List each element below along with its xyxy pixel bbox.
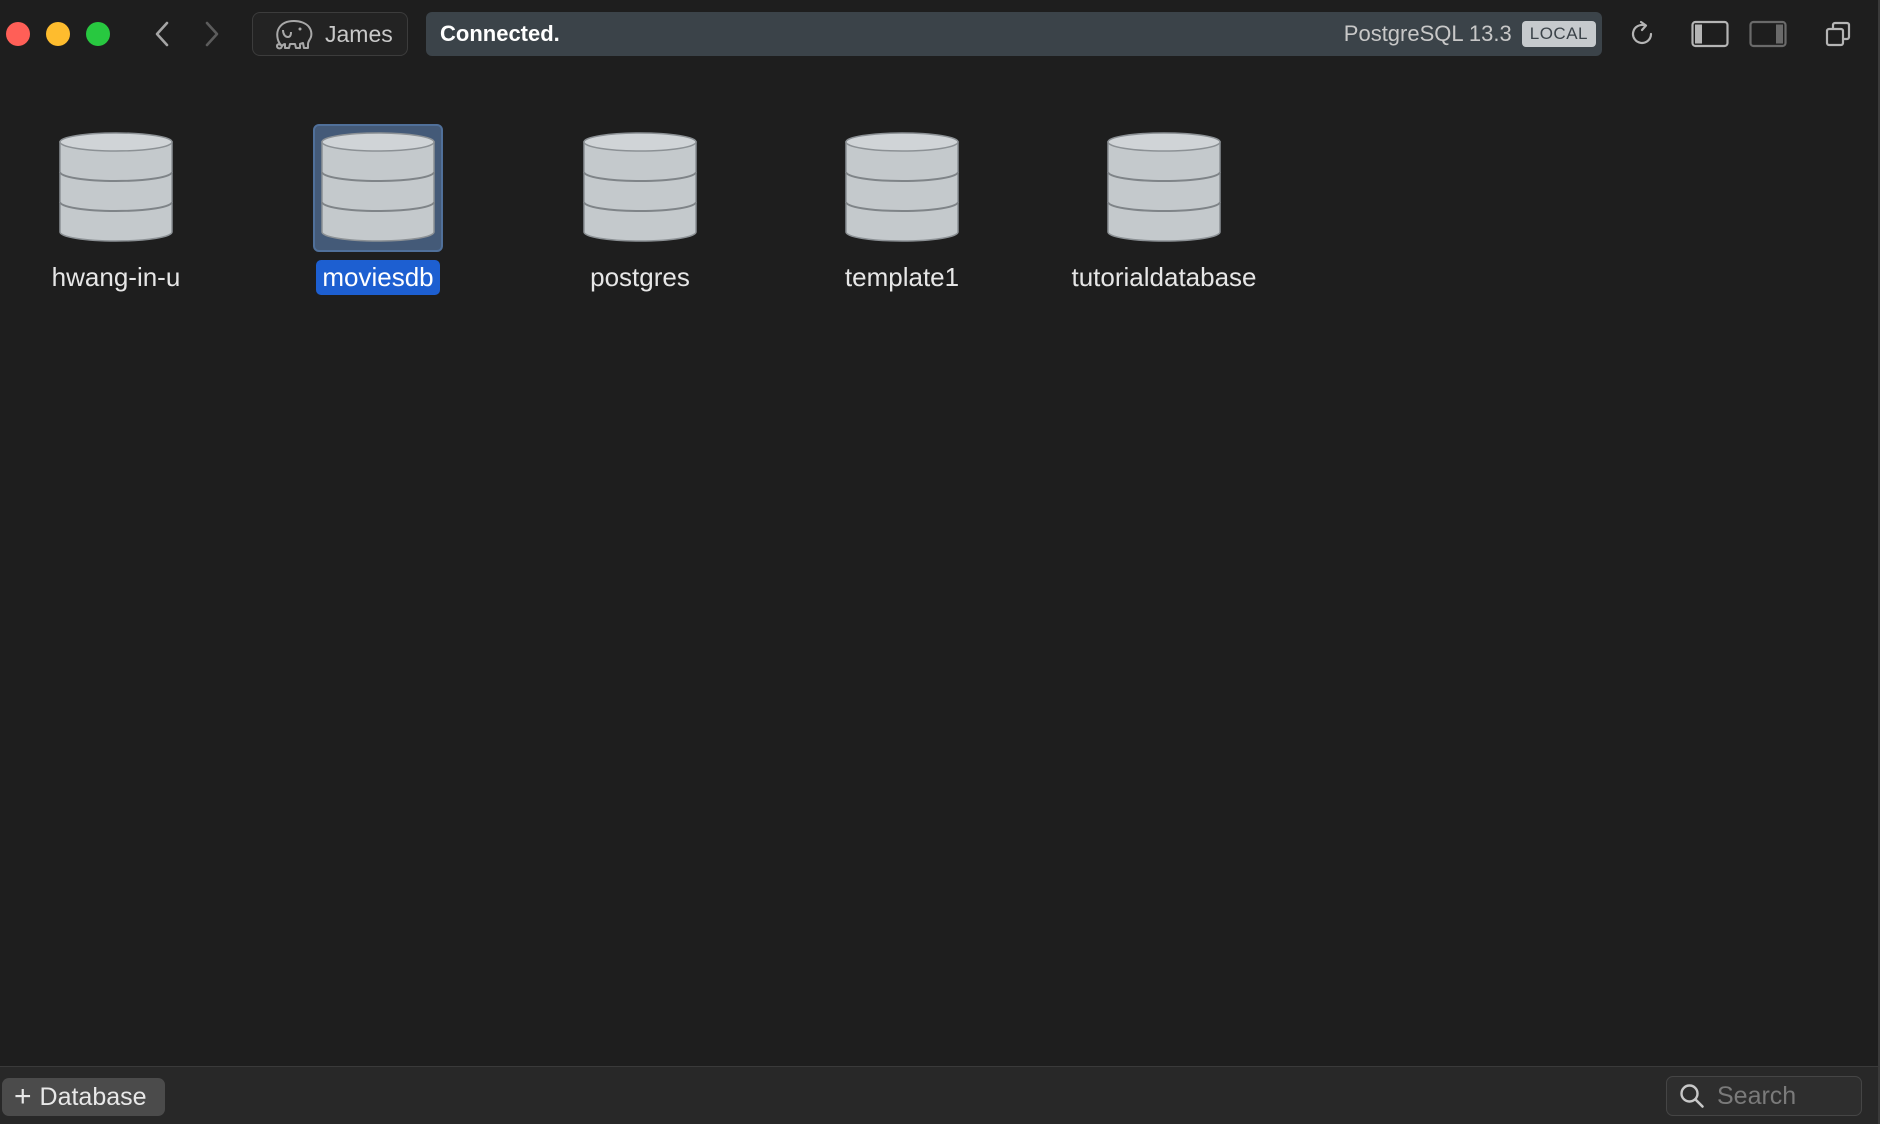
database-item[interactable]: hwang-in-u [6, 124, 226, 364]
minimize-window-button[interactable] [46, 22, 70, 46]
refresh-icon [1631, 20, 1653, 45]
elephant-icon [276, 20, 313, 50]
database-icon-container [575, 124, 705, 252]
plus-icon: + [14, 1080, 32, 1113]
app-window: James Connected. PostgreSQL 13.3 LOCAL h… [0, 0, 1880, 1124]
windows-button[interactable] [1818, 14, 1858, 54]
server-name: James [325, 20, 393, 47]
database-icon-container [313, 124, 443, 252]
database-item[interactable]: tutorialdatabase [1054, 124, 1274, 364]
database-name: tutorialdatabase [1071, 262, 1257, 292]
database-icon [583, 132, 697, 242]
database-grid: hwang-in-u moviesdb postgres template1 tutor… [0, 68, 1878, 1066]
toolbar: James Connected. PostgreSQL 13.3 LOCAL [0, 0, 1880, 68]
database-icon [845, 132, 959, 242]
windows-icon [1825, 21, 1851, 47]
database-item[interactable]: postgres [530, 124, 750, 364]
forward-button[interactable] [194, 16, 230, 52]
back-button[interactable] [144, 16, 180, 52]
database-icon [59, 132, 173, 242]
database-icon-container [1099, 124, 1229, 252]
search-field[interactable] [1666, 1076, 1862, 1116]
database-name: hwang-in-u [51, 262, 181, 292]
database-icon-container [837, 124, 967, 252]
connection-status-bar: Connected. PostgreSQL 13.3 LOCAL [426, 12, 1602, 56]
chevron-left-icon [155, 21, 169, 47]
bottom-bar: + Database [0, 1066, 1878, 1124]
database-item[interactable]: moviesdb [268, 124, 488, 364]
right-sidebar-icon [1749, 20, 1787, 48]
toggle-left-sidebar-button[interactable] [1690, 14, 1730, 54]
database-name: template1 [844, 262, 960, 292]
status-text: Connected. [440, 21, 560, 46]
zoom-window-button[interactable] [86, 22, 110, 46]
close-window-button[interactable] [6, 22, 30, 46]
database-icon [1107, 132, 1221, 242]
refresh-button[interactable] [1622, 14, 1662, 54]
environment-badge: LOCAL [1521, 21, 1596, 47]
left-sidebar-icon [1691, 20, 1729, 48]
database-icon [321, 132, 435, 242]
database-name: postgres [590, 262, 690, 292]
add-database-label: Database [39, 1082, 147, 1111]
toggle-right-sidebar-button[interactable] [1748, 14, 1788, 54]
database-icon-container [51, 124, 181, 252]
server-version: PostgreSQL 13.3 [1343, 21, 1512, 46]
search-input[interactable] [1715, 1080, 1859, 1112]
database-name: moviesdb [316, 260, 440, 295]
server-button[interactable]: James [252, 12, 408, 56]
chevron-right-icon [205, 21, 219, 47]
database-item[interactable]: template1 [792, 124, 1012, 364]
add-database-button[interactable]: + Database [2, 1078, 165, 1116]
search-icon [1680, 1084, 1704, 1108]
